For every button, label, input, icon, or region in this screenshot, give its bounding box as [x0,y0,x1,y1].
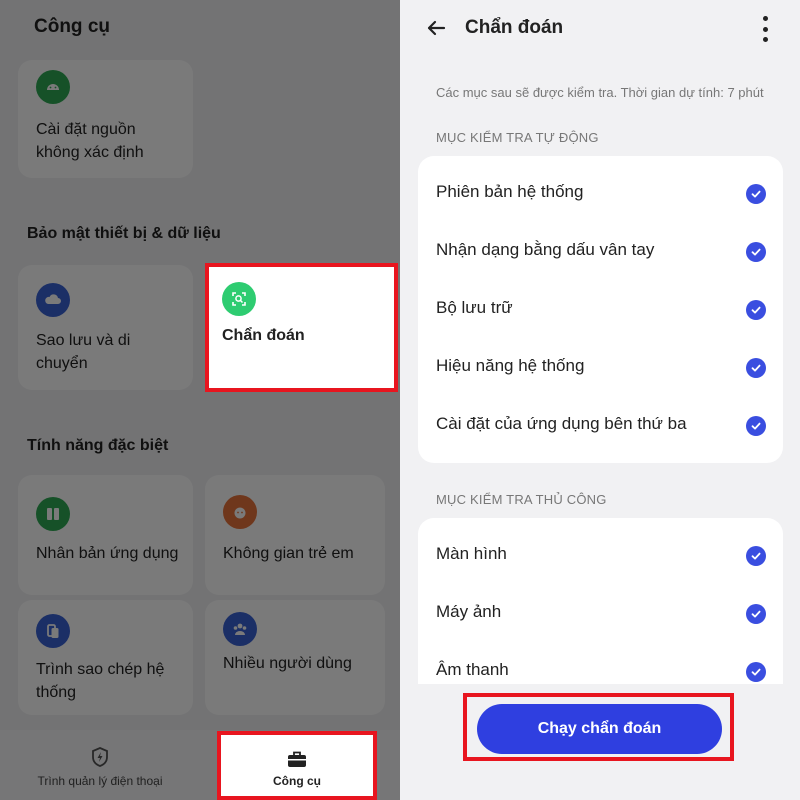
auto-check-list: Phiên bản hệ thống Nhận dạng bằng dấu vâ… [418,156,783,463]
list-item-label: Âm thanh [436,660,509,679]
check-icon[interactable] [746,662,766,682]
backup-card[interactable]: Sao lưu và di chuyển [18,265,193,390]
list-item[interactable]: Cài đặt của ứng dụng bên thứ ba [418,396,783,454]
backup-label: Sao lưu và di chuyển [36,332,131,372]
list-item[interactable]: Màn hình [418,526,783,584]
check-icon[interactable] [746,242,766,262]
kids-space-icon [223,495,257,529]
list-item-label: Cài đặt của ứng dụng bên thứ ba [436,414,687,433]
shield-bolt-icon [92,747,108,767]
section-security-heading: Bảo mật thiết bị & dữ liệu [27,225,221,242]
install-unknown-card[interactable]: Cài đặt nguồn không xác định [18,60,193,178]
more-options-icon[interactable] [758,16,772,42]
nav-tools-label: Công cụ [273,774,321,788]
description-text: Các mục sau sẽ được kiểm tra. Thời gian … [436,85,764,100]
nav-phone-manager-label: Trình quản lý điện thoại [37,774,163,788]
clone-app-label: Nhân bản ứng dụng [36,545,179,562]
list-item[interactable]: Phiên bản hệ thống [418,164,783,222]
kids-space-card[interactable]: Không gian trẻ em [205,475,385,595]
page-title: Chẩn đoán [465,17,564,38]
diagnosis-screen: Chẩn đoán Các mục sau sẽ được kiểm tra. … [400,0,800,800]
kids-space-label: Không gian trẻ em [223,545,354,562]
list-item[interactable]: Nhận dạng bằng dấu vân tay [418,222,783,280]
multi-user-icon [223,612,257,646]
list-item-label: Phiên bản hệ thống [436,182,584,201]
check-icon[interactable] [746,416,766,436]
check-icon[interactable] [746,358,766,378]
check-icon[interactable] [746,300,766,320]
list-item[interactable]: Máy ảnh [418,584,783,642]
run-diagnosis-button[interactable]: Chạy chẩn đoán [477,704,722,754]
list-item[interactable]: Hiệu năng hệ thống [418,338,783,396]
phone-clone-icon [36,614,70,648]
phone-clone-label: Trình sao chép hệ thống [36,661,165,701]
clone-app-card[interactable]: Nhân bản ứng dụng [18,475,193,595]
multi-user-label: Nhiều người dùng [223,655,352,672]
nav-phone-manager[interactable]: Trình quản lý điện thoại [0,730,200,800]
toolbox-icon [288,751,306,767]
list-item[interactable]: Bộ lưu trữ [418,280,783,338]
clone-app-icon [36,497,70,531]
android-icon [36,70,70,104]
diagnosis-card[interactable]: Chẩn đoán [207,265,396,390]
list-item-label: Bộ lưu trữ [436,298,513,317]
list-item-label: Máy ảnh [436,602,502,621]
list-item-label: Hiệu năng hệ thống [436,356,585,375]
manual-check-heading: MỤC KIỂM TRA THỦ CÔNG [436,492,607,507]
check-icon[interactable] [746,604,766,624]
diagnosis-scan-icon [222,282,256,316]
install-unknown-label: Cài đặt nguồn không xác định [36,121,144,161]
phone-clone-card[interactable]: Trình sao chép hệ thống [18,600,193,715]
multi-user-card[interactable]: Nhiều người dùng [205,600,385,715]
check-icon[interactable] [746,184,766,204]
section-special-heading: Tính năng đặc biệt [27,437,169,454]
back-arrow-icon[interactable] [424,16,448,40]
nav-tools[interactable]: Công cụ [219,733,375,798]
tools-title: Công cụ [34,16,110,37]
cloud-icon [36,283,70,317]
tools-screen: Công cụ Cài đặt nguồn không xác định Bảo… [0,0,400,800]
list-item-label: Nhận dạng bằng dấu vân tay [436,240,655,259]
list-item-label: Màn hình [436,544,507,563]
check-icon[interactable] [746,546,766,566]
diagnosis-label: Chẩn đoán [222,327,305,344]
auto-check-heading: MỤC KIỂM TRA TỰ ĐỘNG [436,130,599,145]
top-bar: Chẩn đoán [400,0,800,58]
